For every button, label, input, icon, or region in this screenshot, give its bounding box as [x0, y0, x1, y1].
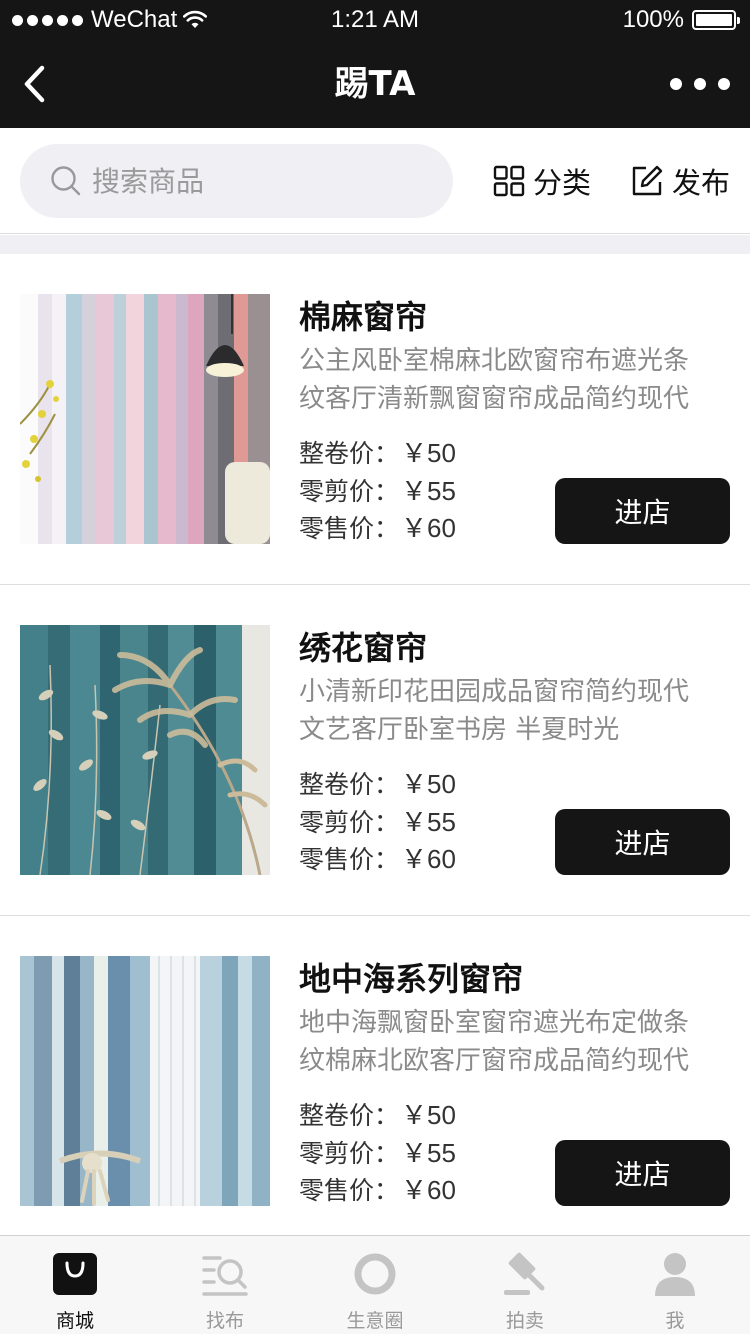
gavel-icon [504, 1252, 545, 1295]
category-button[interactable]: 分类 [493, 160, 591, 202]
price-label: 整卷价： [299, 770, 400, 799]
status-right: 100% [622, 6, 740, 34]
price-list: 整卷价：￥50 零剪价：￥55 零售价：￥60 [299, 766, 456, 879]
tab-me[interactable]: 我 [600, 1236, 750, 1334]
search-input[interactable] [92, 164, 412, 198]
tab-auction[interactable]: 拍卖 [450, 1236, 600, 1334]
product-card[interactable]: 棉麻窗帘 公主风卧室棉麻北欧窗帘布遮光条 纹客厅清新飘窗窗帘成品简约现代 整卷价… [0, 254, 750, 585]
nav-bar: 踢TA [0, 40, 750, 128]
price-value: ￥60 [401, 844, 456, 874]
person-icon [655, 1253, 695, 1296]
page-title: 踢TA [334, 64, 416, 104]
battery-percent: 100% [622, 6, 684, 33]
search-box[interactable] [20, 144, 453, 218]
price-value: ￥50 [401, 438, 456, 468]
product-description: 小清新印花田园成品窗帘简约现代 文艺客厅卧室书房 半夏时光 [299, 673, 724, 749]
battery-icon [692, 10, 740, 30]
product-description-line: 纹棉麻北欧客厅窗帘成品简约现代 [299, 1046, 690, 1076]
price-label: 零剪价： [299, 1138, 400, 1168]
product-image [20, 294, 270, 544]
price-row-whole: 整卷价：￥50 [299, 435, 456, 473]
more-button[interactable] [670, 66, 730, 102]
tab-label: 拍卖 [505, 1310, 544, 1332]
price-value: ￥55 [401, 475, 456, 506]
price-row-cut: 零剪价：￥55 [299, 473, 456, 511]
price-row-retail: 零售价：￥60 [299, 510, 456, 548]
price-label: 零剪价： [299, 807, 400, 837]
product-title: 棉麻窗帘 [299, 298, 428, 336]
tab-business-circle[interactable]: 生意圈 [300, 1236, 450, 1334]
product-description: 公主风卧室棉麻北欧窗帘布遮光条 纹客厅清新飘窗窗帘成品简约现代 [299, 342, 724, 418]
price-row-whole: 整卷价：￥50 [299, 1097, 456, 1135]
product-title: 地中海系列窗帘 [299, 960, 524, 998]
product-description-line: 小清新印花田园成品窗帘简约现代 [299, 677, 690, 707]
price-label: 零售价： [299, 845, 400, 874]
search-icon [51, 166, 81, 196]
enter-store-button[interactable]: 进店 [555, 809, 730, 875]
product-description-line: 公主风卧室棉麻北欧窗帘布遮光条 [299, 346, 690, 376]
tab-label: 生意圈 [346, 1310, 404, 1332]
price-row-retail: 零售价：￥60 [299, 841, 456, 879]
more-dots-icon [670, 78, 682, 90]
price-label: 零售价： [299, 514, 400, 543]
tab-label: 找布 [205, 1310, 244, 1332]
price-label: 整卷价： [299, 1101, 400, 1130]
publish-button[interactable]: 发布 [630, 160, 730, 202]
product-card[interactable]: 绣花窗帘 小清新印花田园成品窗帘简约现代 文艺客厅卧室书房 半夏时光 整卷价：￥… [0, 585, 750, 916]
price-row-retail: 零售价：￥60 [299, 1172, 456, 1210]
price-label: 零售价： [299, 1176, 400, 1205]
price-label: 整卷价： [299, 439, 400, 468]
tab-label: 我 [665, 1310, 685, 1332]
product-list: 棉麻窗帘 公主风卧室棉麻北欧窗帘布遮光条 纹客厅清新飘窗窗帘成品简约现代 整卷价… [0, 254, 750, 1247]
enter-store-button[interactable]: 进店 [555, 1140, 730, 1206]
price-row-cut: 零剪价：￥55 [299, 1135, 456, 1173]
product-description-line: 地中海飘窗卧室窗帘遮光布定做条 [299, 1008, 690, 1038]
price-value: ￥55 [401, 1137, 456, 1168]
product-card[interactable]: 地中海系列窗帘 地中海飘窗卧室窗帘遮光布定做条 纹棉麻北欧客厅窗帘成品简约现代 … [0, 916, 750, 1247]
price-value: ￥55 [401, 806, 456, 837]
product-description-line: 文艺客厅卧室书房 半夏时光 [299, 715, 620, 745]
price-row-whole: 整卷价：￥50 [299, 766, 456, 804]
price-label: 零剪价： [299, 476, 400, 506]
product-image [20, 956, 270, 1206]
price-value: ￥50 [401, 769, 456, 799]
price-value: ￥50 [401, 1100, 456, 1130]
section-divider [0, 235, 750, 254]
grid-icon [493, 165, 525, 197]
tab-mall[interactable]: 商城 [0, 1236, 150, 1334]
status-bar: WeChat 1:21 AM 100% [0, 0, 750, 40]
price-list: 整卷价：￥50 零剪价：￥55 零售价：￥60 [299, 435, 456, 548]
tab-label: 商城 [55, 1310, 94, 1332]
product-title: 绣花窗帘 [299, 629, 428, 667]
tab-bar: 商城 找布 生意圈 拍卖 我 [0, 1235, 750, 1334]
category-label: 分类 [533, 166, 592, 200]
price-row-cut: 零剪价：￥55 [299, 804, 456, 842]
price-value: ￥60 [401, 513, 456, 543]
product-description: 地中海飘窗卧室窗帘遮光布定做条 纹棉麻北欧客厅窗帘成品简约现代 [299, 1004, 724, 1080]
circle-icon [354, 1253, 396, 1295]
product-image [20, 625, 270, 875]
search-list-icon [202, 1256, 248, 1296]
tab-find-fabric[interactable]: 找布 [150, 1236, 300, 1334]
shopping-bag-icon [53, 1253, 97, 1295]
product-description-line: 纹客厅清新飘窗窗帘成品简约现代 [299, 384, 690, 414]
search-row: 分类 发布 [0, 128, 750, 234]
publish-label: 发布 [672, 166, 731, 200]
price-value: ￥60 [401, 1175, 456, 1205]
enter-store-button[interactable]: 进店 [555, 478, 730, 544]
edit-icon [632, 165, 663, 196]
price-list: 整卷价：￥50 零剪价：￥55 零售价：￥60 [299, 1097, 456, 1210]
